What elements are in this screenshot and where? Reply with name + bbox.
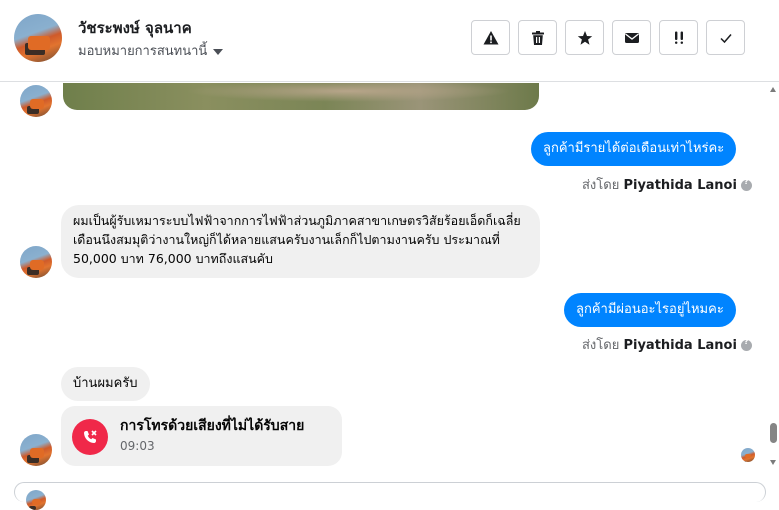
outgoing-message[interactable]: ลูกค้ามีรายได้ต่อเดือนเท่าไหร่คะ: [531, 132, 737, 166]
assign-conversation-dropdown[interactable]: มอบหมายการสนทนานี้: [78, 40, 224, 61]
missed-call-title: การโทรด้วยเสียงที่ไม่ได้รับสาย: [120, 418, 305, 434]
info-icon[interactable]: [740, 177, 752, 191]
outgoing-message[interactable]: ลูกค้ามีผ่อนอะไรอยู่ไหมคะ: [564, 293, 736, 327]
incoming-message[interactable]: ผมเป็นผู้รับเหมาระบบไฟฟ้าจากการไฟฟ้าส่วน…: [61, 205, 540, 278]
double-exclamation-icon: [674, 31, 683, 44]
missed-call-card[interactable]: การโทรด้วยเสียงที่ไม่ได้รับสาย 09:03: [61, 406, 342, 466]
sender-avatar: [20, 434, 52, 466]
missed-call-icon: [72, 419, 108, 455]
caret-down-icon: [213, 48, 224, 55]
contact-avatar[interactable]: [14, 14, 62, 62]
contact-name[interactable]: วัชระพงษ์ จุลนาค: [78, 16, 192, 40]
info-icon[interactable]: [740, 337, 752, 351]
composer-avatar: [26, 490, 46, 510]
sent-by-label: ส่งโดย Piyathida Lanoi: [582, 334, 752, 355]
mark-unread-button[interactable]: [612, 20, 651, 55]
follow-up-button[interactable]: [659, 20, 698, 55]
scroll-up-arrow-icon[interactable]: [770, 87, 776, 92]
mark-done-button[interactable]: [706, 20, 745, 55]
seen-avatar: [741, 448, 755, 462]
delete-button[interactable]: [518, 20, 557, 55]
shared-photo-attachment[interactable]: [63, 83, 539, 110]
sent-by-name: Piyathida Lanoi: [623, 338, 737, 353]
sender-avatar: [20, 246, 52, 278]
assign-label: มอบหมายการสนทนานี้: [78, 44, 208, 59]
sent-by-prefix: ส่งโดย: [582, 178, 620, 193]
envelope-icon: [624, 32, 639, 43]
sent-by-prefix: ส่งโดย: [582, 338, 620, 353]
star-button[interactable]: [565, 20, 604, 55]
message-thread: ลูกค้ามีรายได้ต่อเดือนเท่าไหร่คะ ส่งโดย …: [0, 83, 767, 483]
missed-call-time: 09:03: [120, 439, 155, 453]
star-icon: [577, 30, 592, 45]
incoming-message[interactable]: บ้านผมครับ: [61, 367, 150, 401]
spam-button[interactable]: [471, 20, 510, 55]
message-composer[interactable]: [14, 482, 766, 502]
scrollbar[interactable]: [767, 83, 779, 483]
conversation-header: วัชระพงษ์ จุลนาค มอบหมายการสนทนานี้: [0, 0, 779, 82]
sender-avatar: [20, 85, 52, 117]
scroll-down-arrow-icon[interactable]: [770, 460, 776, 465]
warning-icon: [483, 30, 498, 44]
scrollbar-thumb[interactable]: [770, 423, 777, 443]
check-icon: [719, 33, 732, 43]
conversation-toolbar: [471, 20, 745, 55]
sent-by-label: ส่งโดย Piyathida Lanoi: [582, 174, 752, 195]
trash-icon: [531, 30, 544, 45]
sent-by-name: Piyathida Lanoi: [623, 178, 737, 193]
